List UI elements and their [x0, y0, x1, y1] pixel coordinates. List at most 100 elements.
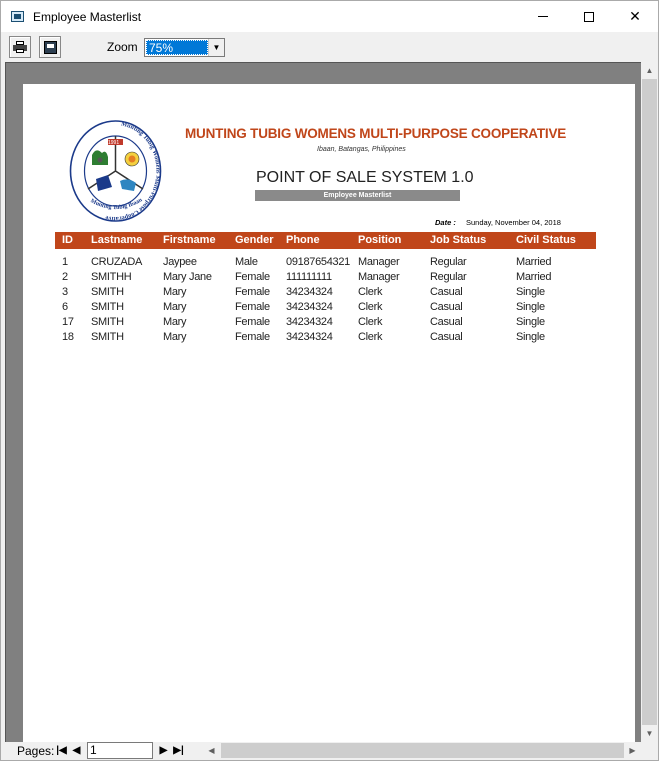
scroll-down-icon[interactable]: ▼	[641, 725, 658, 742]
table-row: 3 SMITH Mary Female 34234324 Clerk Casua…	[55, 286, 596, 301]
close-button[interactable]: ✕	[612, 1, 658, 32]
cell-firstname: Mary	[163, 331, 187, 343]
last-page-icon: ▶|	[173, 745, 184, 756]
date-value: Sunday, November 04, 2018	[466, 218, 561, 227]
cell-firstname: Mary	[163, 301, 187, 313]
page-number-input[interactable]: 1	[87, 742, 153, 759]
cell-gender: Female	[235, 286, 270, 298]
cell-id: 17	[62, 316, 74, 328]
close-icon: ✕	[629, 8, 641, 24]
cell-lastname: SMITH	[91, 286, 124, 298]
column-header-civil-status: Civil Status	[516, 234, 576, 246]
table-row: 6 SMITH Mary Female 34234324 Clerk Casua…	[55, 301, 596, 316]
scroll-up-icon[interactable]: ▲	[641, 62, 658, 79]
printer-icon	[13, 41, 27, 53]
first-page-button[interactable]: |◀	[54, 743, 69, 758]
cell-phone: 09187654321	[286, 256, 350, 268]
export-icon	[43, 40, 57, 54]
cell-phone: 34234324	[286, 286, 333, 298]
zoom-label: Zoom	[107, 40, 138, 54]
cell-phone: 34234324	[286, 301, 333, 313]
first-page-icon: |◀	[56, 745, 67, 756]
cell-lastname: SMITH	[91, 316, 124, 328]
vertical-scroll-thumb[interactable]	[642, 79, 657, 725]
horizontal-scroll-thumb[interactable]	[221, 743, 624, 758]
cell-gender: Female	[235, 271, 270, 283]
minimize-icon	[538, 16, 548, 17]
cell-civil-status: Single	[516, 331, 545, 343]
cell-id: 6	[62, 301, 68, 313]
cell-gender: Female	[235, 316, 270, 328]
next-page-button[interactable]: ▶	[156, 743, 171, 758]
cell-position: Clerk	[358, 301, 383, 313]
chevron-down-icon[interactable]: ▼	[208, 39, 224, 56]
export-button[interactable]	[39, 36, 61, 58]
zoom-select[interactable]: 75% ▼	[144, 38, 225, 57]
column-header-position: Position	[358, 234, 402, 246]
maximize-icon	[584, 11, 594, 22]
next-page-icon: ▶	[159, 745, 168, 756]
horizontal-scrollbar[interactable]: ◀ ▶	[189, 742, 641, 760]
cell-lastname: SMITH	[91, 301, 124, 313]
cooperative-logo: Munting Tubig Womens Multi-Purpose Coope…	[68, 119, 161, 222]
cell-job-status: Casual	[430, 331, 463, 343]
cell-id: 1	[62, 256, 68, 268]
cell-firstname: Jaypee	[163, 256, 197, 268]
cell-job-status: Casual	[430, 286, 463, 298]
cell-civil-status: Single	[516, 316, 545, 328]
cell-gender: Female	[235, 301, 270, 313]
minimize-button[interactable]	[520, 1, 566, 32]
column-header-phone: Phone	[286, 234, 320, 246]
scroll-right-icon[interactable]: ▶	[624, 742, 641, 759]
app-icon	[10, 9, 26, 25]
cell-civil-status: Married	[516, 256, 552, 268]
last-page-button[interactable]: ▶|	[171, 743, 186, 758]
table-row: 18 SMITH Mary Female 34234324 Clerk Casu…	[55, 331, 596, 346]
pages-label: Pages:	[17, 744, 55, 758]
previous-page-button[interactable]: ◀	[69, 743, 84, 758]
column-header-lastname: Lastname	[91, 234, 143, 246]
cell-civil-status: Married	[516, 271, 552, 283]
table-row: 17 SMITH Mary Female 34234324 Clerk Casu…	[55, 316, 596, 331]
organization-address: Ibaan, Batangas, Philippines	[317, 146, 406, 153]
cell-lastname: SMITHH	[91, 271, 132, 283]
cell-firstname: Mary Jane	[163, 271, 212, 283]
cell-firstname: Mary	[163, 286, 187, 298]
print-button[interactable]	[9, 36, 31, 58]
maximize-button[interactable]	[566, 1, 612, 32]
table-header: ID Lastname Firstname Gender Phone Posit…	[55, 232, 596, 249]
report-preview-area[interactable]: Munting Tubig Womens Multi-Purpose Coope…	[5, 62, 641, 743]
system-title: POINT OF SALE SYSTEM 1.0	[256, 169, 474, 186]
cell-lastname: CRUZADA	[91, 256, 143, 268]
report-name: Employee Masterlist	[255, 190, 460, 201]
cell-position: Clerk	[358, 316, 383, 328]
scroll-left-icon[interactable]: ◀	[203, 742, 220, 759]
logo-year: 1991	[108, 140, 119, 146]
cell-position: Clerk	[358, 331, 383, 343]
toolbar: Zoom 75% ▼	[1, 32, 658, 62]
report-page: Munting Tubig Womens Multi-Purpose Coope…	[23, 84, 635, 743]
cell-phone: 34234324	[286, 316, 333, 328]
cell-civil-status: Single	[516, 286, 545, 298]
column-header-gender: Gender	[235, 234, 274, 246]
cell-job-status: Regular	[430, 271, 467, 283]
cell-id: 3	[62, 286, 68, 298]
title-bar: Employee Masterlist ✕	[1, 1, 658, 32]
table-row: 1 CRUZADA Jaypee Male 09187654321 Manage…	[55, 256, 596, 271]
cell-job-status: Regular	[430, 256, 467, 268]
column-header-job-status: Job Status	[430, 234, 487, 246]
cell-firstname: Mary	[163, 316, 187, 328]
cell-gender: Female	[235, 331, 270, 343]
cell-position: Manager	[358, 271, 400, 283]
window-title: Employee Masterlist	[33, 9, 142, 24]
cell-phone: 111111111	[286, 271, 332, 283]
cell-position: Manager	[358, 256, 400, 268]
vertical-scrollbar[interactable]: ▲ ▼	[641, 62, 658, 742]
cell-id: 2	[62, 271, 68, 283]
cell-gender: Male	[235, 256, 258, 268]
cell-job-status: Casual	[430, 301, 463, 313]
report-viewer-window: Employee Masterlist ✕ Zoom 75% ▼ Munting…	[0, 0, 659, 761]
cell-lastname: SMITH	[91, 331, 124, 343]
column-header-id: ID	[62, 234, 73, 246]
cell-civil-status: Single	[516, 301, 545, 313]
